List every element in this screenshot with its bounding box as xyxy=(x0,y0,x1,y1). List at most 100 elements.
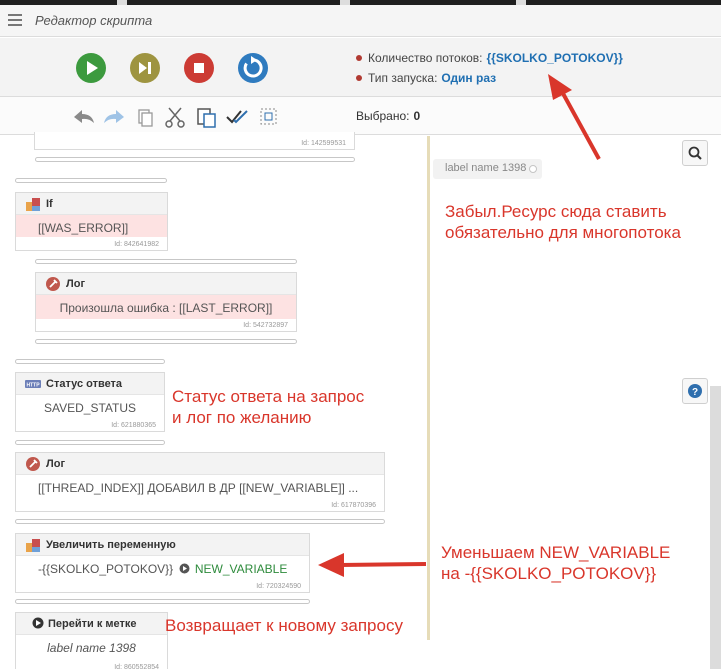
menu-icon[interactable] xyxy=(8,14,22,26)
goto-label-block[interactable]: Перейти к метке label name 1398 Id: 8605… xyxy=(15,612,168,669)
annotation-return-note: Возвращает к новому запросу xyxy=(165,616,403,635)
block-title: Перейти к метке xyxy=(48,618,137,630)
thread-count-value[interactable]: {{SKOLKO_POTOKOV}} xyxy=(487,51,623,65)
step-next-icon xyxy=(139,62,151,74)
undo-icon[interactable] xyxy=(72,106,96,128)
block-body: -{{SKOLKO_POTOKOV}} NEW_VARIABLE xyxy=(16,556,309,576)
help-button[interactable]: ? xyxy=(682,378,708,404)
increment-variable-block[interactable]: Увеличить переменную -{{SKOLKO_POTOKOV}}… xyxy=(15,533,310,593)
block-id: Id: 720324590 xyxy=(256,583,301,590)
paste-icon[interactable] xyxy=(195,106,219,128)
connector xyxy=(15,178,167,183)
play-button[interactable] xyxy=(76,53,106,83)
stop-button[interactable] xyxy=(184,53,214,83)
annotation-line: обязательно для многопотока xyxy=(445,223,681,242)
log-block[interactable]: Лог Произошла ошибка : [[LAST_ERROR]] Id… xyxy=(35,272,297,332)
block-header: Лог xyxy=(36,273,296,295)
annotation-line: Уменьшаем NEW_VARIABLE xyxy=(441,543,671,562)
block-header: HTTP Статус ответа xyxy=(16,373,164,395)
arrow-right-circle-icon xyxy=(179,563,190,574)
stop-icon xyxy=(194,63,204,73)
search-icon xyxy=(688,146,702,160)
block-body: label name 1398 xyxy=(47,641,136,655)
top-block-fragment[interactable]: Id: 142599531 xyxy=(34,132,355,150)
flow-line xyxy=(427,136,430,640)
thread-count-label: Количество потоков: xyxy=(368,51,483,65)
block-id: Id: 142599531 xyxy=(301,140,346,147)
connector xyxy=(15,519,385,524)
block-id: Id: 621880365 xyxy=(111,422,156,429)
connector xyxy=(15,440,165,445)
connector xyxy=(35,339,297,344)
svg-text:HTTP: HTTP xyxy=(26,383,40,389)
block-id: Id: 617870396 xyxy=(331,502,376,509)
annotation-line: и лог по желанию xyxy=(172,408,312,427)
block-title: Увеличить переменную xyxy=(46,539,176,551)
bullet-icon xyxy=(356,74,362,81)
block-title: Лог xyxy=(46,458,66,470)
block-header: Лог xyxy=(16,453,384,475)
thread-count-row: Количество потоков: {{SKOLKO_POTOKOV}} xyxy=(356,51,623,65)
run-toolbar: Количество потоков: {{SKOLKO_POTOKOV}} Ти… xyxy=(0,38,721,97)
copy-icon[interactable] xyxy=(133,106,157,128)
restart-button[interactable] xyxy=(238,53,268,83)
block-body: [[WAS_ERROR]] xyxy=(16,215,167,237)
block-body-prefix: -{{SKOLKO_POTOKOV}} xyxy=(38,562,174,576)
select-all-icon[interactable] xyxy=(225,106,249,128)
annotation-line: Статус ответа на запрос xyxy=(172,387,365,406)
redo-icon[interactable] xyxy=(102,106,126,128)
play-icon xyxy=(87,61,98,75)
block-header: Перейти к метке xyxy=(16,613,167,635)
launch-type-label: Тип запуска: xyxy=(368,71,438,85)
step-next-button[interactable] xyxy=(130,53,160,83)
search-button[interactable] xyxy=(682,140,708,166)
window-title: Редактор скрипта xyxy=(35,13,153,28)
selected-value: 0 xyxy=(413,109,421,123)
block-body: SAVED_STATUS xyxy=(43,401,137,415)
log-icon xyxy=(46,277,60,291)
annotation-line: на -{{SKOLKO_POTOKOV}} xyxy=(441,564,657,583)
selected-label: Выбрано: xyxy=(356,109,410,123)
block-body-target: NEW_VARIABLE xyxy=(194,562,288,576)
connector xyxy=(15,359,165,364)
connector xyxy=(35,259,297,264)
restart-icon xyxy=(243,56,263,78)
block-header: If xyxy=(16,193,167,215)
log-block[interactable]: Лог [[THREAD_INDEX]] ДОБАВИЛ В ДР [[NEW_… xyxy=(15,452,385,512)
svg-text:?: ? xyxy=(692,387,698,398)
block-id: Id: 842641982 xyxy=(114,241,159,248)
title-bar: Редактор скрипта xyxy=(0,5,721,37)
annotation-status-note: Статус ответа на запрос и лог по желанию xyxy=(172,386,364,428)
http-icon: HTTP xyxy=(25,380,41,389)
deselect-icon[interactable] xyxy=(257,106,281,128)
edit-toolbar: Выбрано: 0 xyxy=(0,97,721,135)
bullet-icon xyxy=(356,54,362,61)
connector xyxy=(35,157,355,162)
script-canvas[interactable]: Id: 142599531 If [[WAS_ERROR]] Id: 84264… xyxy=(0,132,721,669)
block-header: Увеличить переменную xyxy=(16,534,309,556)
cut-icon[interactable] xyxy=(163,106,187,128)
annotation-line: Забыл.Ресурс сюда ставить xyxy=(445,202,667,221)
help-icon: ? xyxy=(688,384,702,398)
launch-type-row: Тип запуска: Один раз xyxy=(356,71,496,85)
annotation-decrease-note: Уменьшаем NEW_VARIABLE на -{{SKOLKO_POTO… xyxy=(441,542,670,584)
launch-type-value[interactable]: Один раз xyxy=(441,71,496,85)
status-block[interactable]: HTTP Статус ответа SAVED_STATUS Id: 6218… xyxy=(15,372,165,432)
block-id: Id: 860552854 xyxy=(114,664,159,669)
selected-count: Выбрано: 0 xyxy=(356,109,420,123)
log-icon xyxy=(26,457,40,471)
if-icon xyxy=(26,198,40,211)
block-title: Лог xyxy=(66,278,86,290)
block-title: If xyxy=(46,198,53,210)
if-block[interactable]: If [[WAS_ERROR]] Id: 842641982 xyxy=(15,192,168,251)
scrollbar[interactable] xyxy=(710,386,721,669)
block-body: Произошла ошибка : [[LAST_ERROR]] xyxy=(36,295,296,319)
annotation-resource-note: Забыл.Ресурс сюда ставить обязательно дл… xyxy=(445,201,681,243)
block-title: Статус ответа xyxy=(46,378,123,390)
connector xyxy=(15,599,310,604)
block-body: [[THREAD_INDEX]] ДОБАВИЛ В ДР [[NEW_VARI… xyxy=(38,481,359,495)
label-tag[interactable]: label name 1398 xyxy=(433,159,543,179)
goto-icon xyxy=(32,617,44,629)
block-id: Id: 542732897 xyxy=(243,322,288,329)
variable-icon xyxy=(26,539,40,552)
